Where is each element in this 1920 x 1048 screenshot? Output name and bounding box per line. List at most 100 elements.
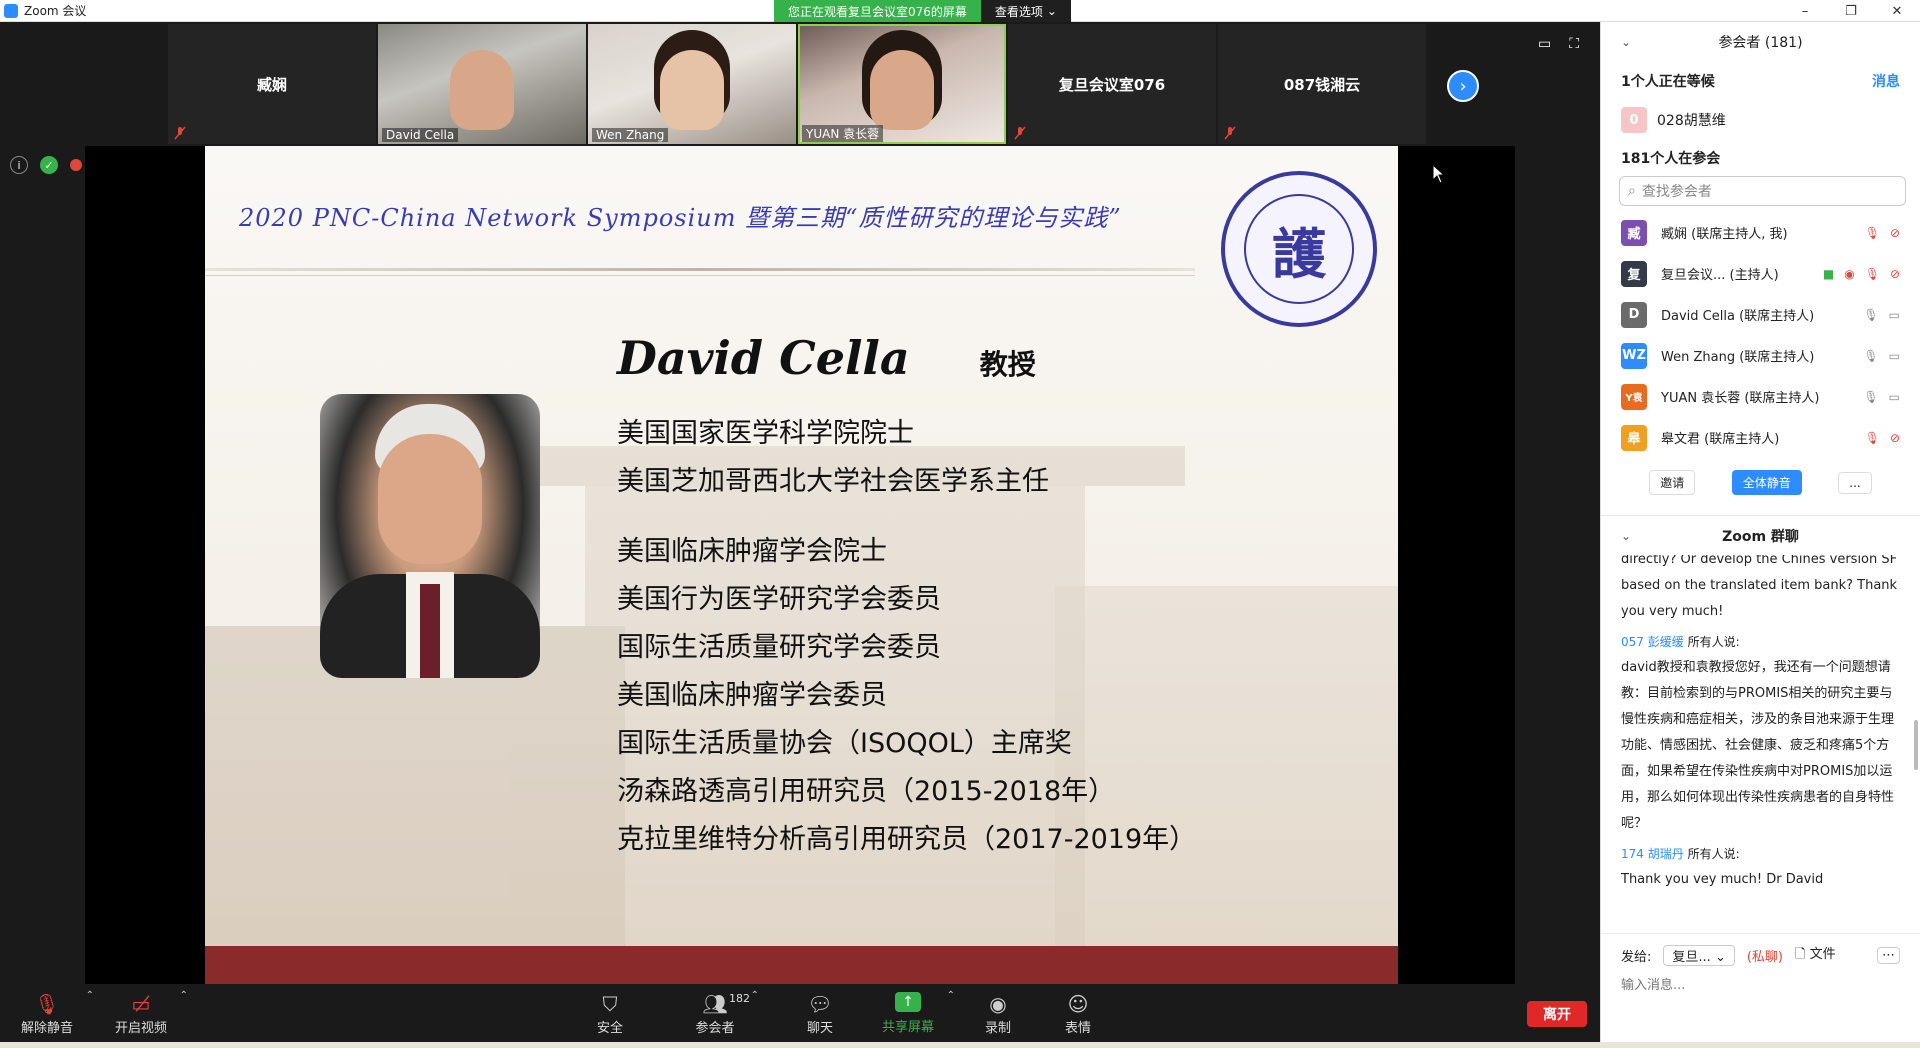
recipient-select[interactable]: 复旦... ⌄ bbox=[1663, 944, 1735, 966]
people-icon: 👥︎ bbox=[702, 991, 728, 1016]
participant-status-icons: 🎙︎ ▭ bbox=[1863, 308, 1900, 322]
sender-name: 174 胡瑞丹 bbox=[1621, 847, 1684, 861]
more-options-icon[interactable]: ⋯ bbox=[1877, 946, 1900, 964]
share-screen-button[interactable]: ↑ 共享屏幕 ⌃ bbox=[875, 984, 955, 1042]
chevron-right-icon: › bbox=[1459, 75, 1467, 97]
participant-row[interactable]: Y袁 YUAN 袁长蓉 (联席主持人) 🎙︎ ▭ bbox=[1601, 376, 1920, 417]
recording-dot-icon bbox=[70, 159, 82, 171]
participant-tile[interactable]: 臧娴 bbox=[168, 24, 376, 144]
participant-video-tile[interactable]: David Cella bbox=[378, 24, 586, 144]
zoom-app-icon bbox=[4, 3, 18, 18]
participant-row[interactable]: 臧 臧娴 (联席主持人, 我) 🎙︎ ⊘ bbox=[1601, 212, 1920, 253]
chevron-down-icon[interactable]: ⌄ bbox=[1621, 529, 1631, 543]
mute-all-button[interactable]: 全体静音 bbox=[1731, 470, 1802, 495]
unmute-button[interactable]: 🎙︎ 解除静音 ⌃ bbox=[14, 984, 94, 1042]
side-panel: ⌄ 参会者 (181) 1个人正在等候 消息 0 028胡慧维 181个人在参会… bbox=[1600, 22, 1920, 1042]
chevron-up-icon[interactable]: ⌃ bbox=[180, 990, 188, 1001]
video-off-icon: ⊘ bbox=[1889, 225, 1900, 240]
video-off-icon: ⊘ bbox=[1889, 266, 1900, 281]
seal-emblem: 護 bbox=[1244, 194, 1354, 304]
chat-button[interactable]: 💬︎ 聊天 bbox=[790, 984, 850, 1042]
view-options-button[interactable]: 查看选项 ⌄ bbox=[980, 0, 1071, 22]
header-divider bbox=[205, 275, 1195, 276]
credential-line: 国际生活质量研究学会委员 bbox=[617, 632, 941, 663]
in-meeting-label: 181个人在参会 bbox=[1621, 151, 1721, 167]
recipient-selected: 复旦... bbox=[1672, 949, 1711, 965]
security-button[interactable]: ⛉ 安全 bbox=[580, 984, 640, 1042]
close-button[interactable]: ✕ bbox=[1874, 0, 1920, 22]
participant-video-tile-active[interactable]: YUAN 袁长蓉 bbox=[798, 24, 1006, 144]
speaker-heading: David Cella 教授 bbox=[617, 331, 1036, 385]
credential-line: 美国临床肿瘤学会委员 bbox=[617, 680, 887, 711]
shield-icon[interactable]: ✓ bbox=[40, 156, 58, 174]
chevron-down-icon[interactable]: ⌄ bbox=[1621, 35, 1631, 49]
participant-row[interactable]: 皋 皋文君 (联席主持人) 🎙︎ ⊘ bbox=[1601, 417, 1920, 458]
invite-button[interactable]: 邀请 bbox=[1649, 470, 1696, 495]
participants-panel-header: ⌄ 参会者 (181) bbox=[1601, 22, 1920, 62]
chat-input[interactable]: 输入消息... bbox=[1621, 968, 1900, 998]
start-video-button[interactable]: ▭̸ 开启视频 ⌃ bbox=[108, 984, 188, 1042]
viewing-banner: 您正在观看复旦会议室076的屏幕 查看选项 ⌄ bbox=[774, 0, 1071, 22]
participant-row[interactable]: WZ Wen Zhang (联席主持人) 🎙︎ ▭ bbox=[1601, 335, 1920, 376]
participant-row[interactable]: D David Cella (联席主持人) 🎙︎ ▭ bbox=[1601, 294, 1920, 335]
participant-name: 复旦会议... (主持人) bbox=[1661, 268, 1779, 283]
view-controls: ▭ ⛶ bbox=[1538, 36, 1579, 52]
chevron-up-icon[interactable]: ⌃ bbox=[86, 990, 94, 1001]
search-icon: ⌕ bbox=[1628, 183, 1636, 199]
participant-name: Wen Zhang (联席主持人) bbox=[1661, 350, 1815, 365]
waiting-person[interactable]: 0 028胡慧维 bbox=[1601, 100, 1920, 140]
more-button[interactable]: ... bbox=[1838, 471, 1872, 494]
meeting-area: 臧娴 David Cella Wen Zhang YUAN 袁长蓉 复旦会议室0… bbox=[0, 22, 1600, 1008]
shared-screen: 2020 PNC-China Network Symposium 暨第三期“质性… bbox=[85, 146, 1515, 1008]
participant-tile[interactable]: 087钱湘云 bbox=[1218, 24, 1426, 144]
waiting-person-name: 028胡慧维 bbox=[1657, 113, 1726, 129]
waiting-label: 1个人正在等候 bbox=[1621, 74, 1715, 90]
chevron-up-icon[interactable]: ⌃ bbox=[751, 990, 759, 1001]
chat-label: 聊天 bbox=[806, 1020, 833, 1036]
slide-footer-band bbox=[205, 946, 1398, 984]
credential-line: 美国临床肿瘤学会院士 bbox=[617, 536, 887, 567]
smiley-icon: ☺ bbox=[1067, 991, 1089, 1016]
participant-row[interactable]: 复 复旦会议... (主持人) ■ ◉ 🎙︎ ⊘ bbox=[1601, 253, 1920, 294]
speaker-name: David Cella bbox=[617, 331, 910, 385]
participant-video-tile[interactable]: Wen Zhang bbox=[588, 24, 796, 144]
participants-button[interactable]: 👥︎ 182 参会者 ⌃ bbox=[685, 984, 759, 1042]
chat-scrollbar[interactable] bbox=[1914, 720, 1918, 770]
speaker-portrait bbox=[320, 394, 540, 678]
leave-button[interactable]: 离开 bbox=[1527, 1001, 1587, 1027]
credential-line: 美国芝加哥西北大学社会医学系主任 bbox=[617, 466, 1049, 497]
chevron-up-icon[interactable]: ⌃ bbox=[947, 990, 955, 1001]
waiting-room-row: 1个人正在等候 消息 bbox=[1601, 62, 1920, 100]
fullscreen-icon[interactable]: ⛶ bbox=[1569, 36, 1579, 52]
info-icon[interactable]: i bbox=[10, 156, 28, 174]
participant-actions: 邀请 全体静音 ... bbox=[1601, 458, 1920, 507]
chat-input-placeholder: 输入消息... bbox=[1621, 977, 1686, 993]
security-label: 安全 bbox=[596, 1020, 623, 1036]
portrait-tie bbox=[420, 584, 440, 678]
avatar: Y袁 bbox=[1621, 383, 1647, 410]
credential-line: 汤森路透高引用研究员（2015-2018年） bbox=[617, 776, 1116, 807]
reactions-button[interactable]: ☺ 表情 bbox=[1048, 984, 1108, 1042]
record-button[interactable]: ◉ 录制 bbox=[968, 984, 1028, 1042]
minimize-button[interactable]: – bbox=[1782, 0, 1828, 22]
file-button[interactable]: 🗋 文件 bbox=[1795, 943, 1836, 967]
video-feed bbox=[870, 50, 934, 130]
participant-tile[interactable]: 复旦会议室076 bbox=[1008, 24, 1216, 144]
participant-name: YUAN 袁长蓉 bbox=[802, 125, 884, 142]
avatar: 皋 bbox=[1621, 424, 1647, 451]
muted-mic-icon bbox=[1224, 126, 1236, 140]
next-page-button[interactable]: › bbox=[1447, 70, 1479, 102]
participants-panel-title: 参会者 (181) bbox=[1718, 35, 1803, 51]
participant-search-input[interactable]: ⌕ 查找参会者 bbox=[1619, 176, 1906, 206]
muted-mic-icon bbox=[174, 126, 186, 140]
muted-mic-icon: 🎙︎ bbox=[1864, 225, 1880, 240]
record-icon: ◉ bbox=[989, 991, 1007, 1016]
meeting-toolbar: 🎙︎ 解除静音 ⌃ ▭̸ 开启视频 ⌃ ⛉ 安全 👥︎ 182 参会者 ⌃ 💬︎… bbox=[0, 984, 1600, 1042]
viewing-message: 您正在观看复旦会议室076的屏幕 bbox=[774, 0, 981, 22]
waiting-message-link[interactable]: 消息 bbox=[1872, 71, 1900, 91]
avatar: 0 bbox=[1621, 107, 1647, 133]
recipient: 所有人说: bbox=[1687, 635, 1740, 649]
layout-icon[interactable]: ▭ bbox=[1538, 36, 1551, 52]
restore-button[interactable]: ❐ bbox=[1828, 0, 1874, 22]
